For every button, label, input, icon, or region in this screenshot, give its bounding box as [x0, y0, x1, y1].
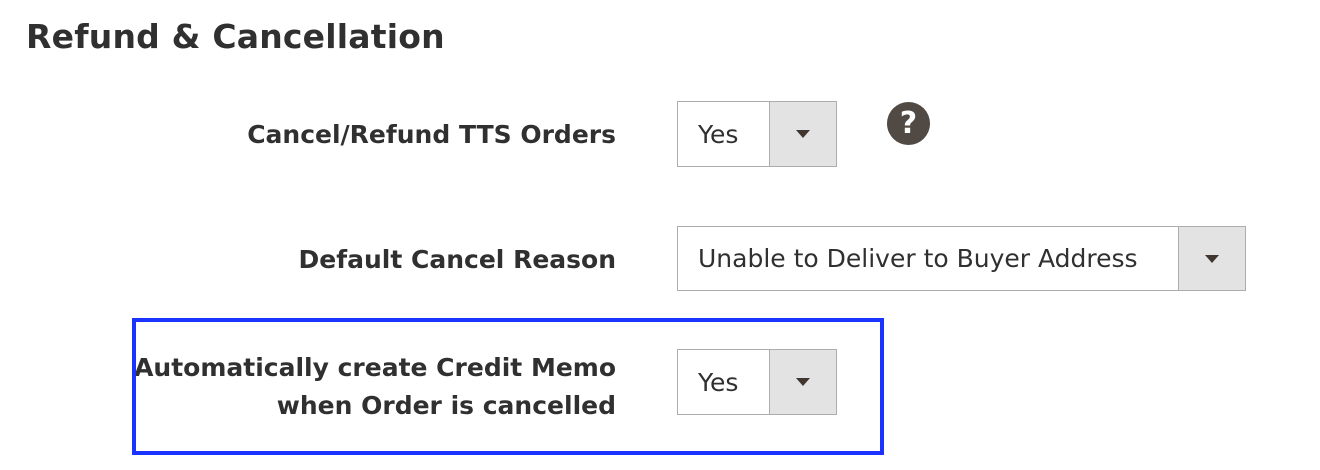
chevron-down-icon	[796, 378, 810, 386]
auto-credit-memo-label: Automatically create Credit Memo when Or…	[134, 349, 616, 425]
chevron-down-icon	[1205, 254, 1219, 263]
default-cancel-reason-label: Default Cancel Reason	[298, 245, 616, 274]
dropdown-toggle[interactable]	[1178, 227, 1245, 290]
auto-credit-memo-label-line2: when Order is cancelled	[276, 391, 616, 420]
section-title: Refund & Cancellation	[26, 17, 445, 56]
auto-credit-memo-select[interactable]: Yes	[677, 349, 837, 415]
select-value: Yes	[698, 367, 739, 397]
select-value: Unable to Deliver to Buyer Address	[698, 244, 1138, 273]
auto-credit-memo-label-line1: Automatically create Credit Memo	[134, 353, 616, 382]
dropdown-toggle[interactable]	[769, 350, 836, 414]
default-cancel-reason-select[interactable]: Unable to Deliver to Buyer Address	[677, 226, 1246, 291]
cancel-refund-tts-orders-select[interactable]: Yes	[677, 101, 837, 167]
select-value: Yes	[698, 119, 739, 149]
dropdown-toggle[interactable]	[769, 102, 836, 166]
cancel-refund-tts-orders-label: Cancel/Refund TTS Orders	[247, 120, 616, 149]
chevron-down-icon	[796, 130, 810, 138]
help-icon[interactable]: ?	[887, 102, 930, 145]
